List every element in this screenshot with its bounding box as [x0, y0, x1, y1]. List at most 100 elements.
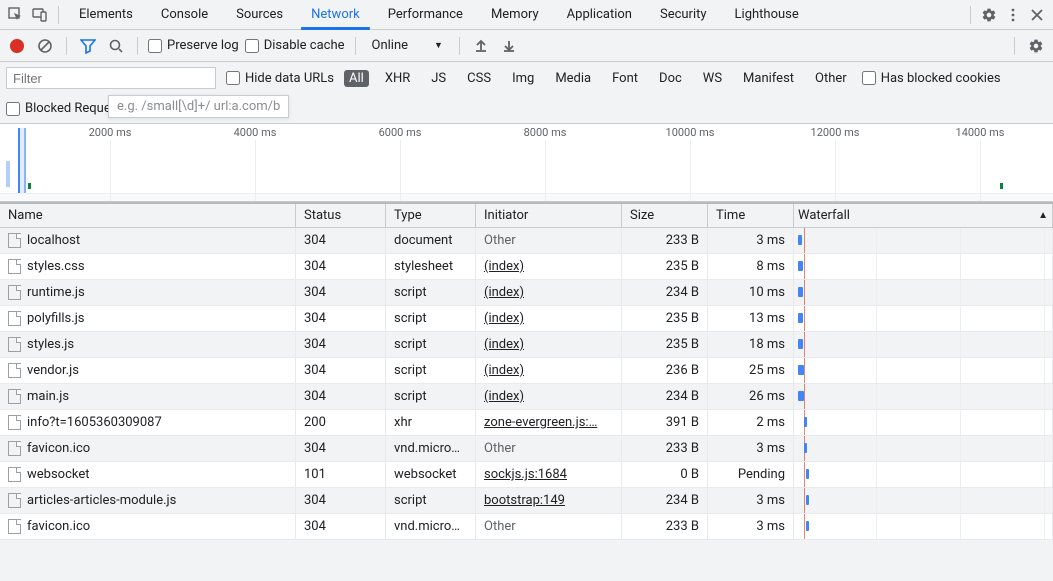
- table-row[interactable]: styles.css304stylesheet(index)235 B8 ms: [0, 254, 1053, 280]
- table-row[interactable]: articles-articles-module.js304scriptboot…: [0, 488, 1053, 514]
- blocked-requests-input[interactable]: [6, 102, 20, 116]
- cell-initiator: (index): [476, 306, 622, 331]
- initiator-link[interactable]: zone-evergreen.js:…: [484, 415, 597, 430]
- filter-toggle-icon[interactable]: [77, 35, 99, 57]
- preserve-log-checkbox[interactable]: Preserve log: [148, 38, 239, 53]
- cell-initiator: (index): [476, 332, 622, 357]
- table-row[interactable]: websocket101websocketsockjs.js:16840 BPe…: [0, 462, 1053, 488]
- search-icon[interactable]: [105, 35, 127, 57]
- filter-type-css[interactable]: CSS: [462, 70, 496, 87]
- timeline-overview[interactable]: 2000 ms4000 ms6000 ms8000 ms10000 ms1200…: [0, 124, 1053, 202]
- cell-name: info?t=1605360309087: [0, 410, 296, 435]
- timeline-tick: 2000 ms: [89, 126, 132, 139]
- close-devtools-icon[interactable]: [1025, 3, 1049, 27]
- cell-size: 235 B: [622, 254, 708, 279]
- file-icon: [8, 337, 21, 352]
- hide-data-urls-input[interactable]: [226, 71, 240, 85]
- initiator-link[interactable]: (index): [484, 363, 524, 378]
- waterfall-bar: [798, 313, 803, 323]
- inspect-element-icon[interactable]: [4, 3, 28, 27]
- initiator-link[interactable]: (index): [484, 259, 524, 274]
- tab-performance[interactable]: Performance: [374, 0, 477, 29]
- hide-data-urls-checkbox[interactable]: Hide data URLs: [226, 71, 334, 86]
- cell-waterfall: [794, 332, 1053, 357]
- filter-type-font[interactable]: Font: [607, 70, 643, 87]
- table-row[interactable]: polyfills.js304script(index)235 B13 ms: [0, 306, 1053, 332]
- cell-type: script: [386, 306, 476, 331]
- requests-table: Name Status Type Initiator Size Time Wat…: [0, 202, 1053, 581]
- record-button[interactable]: [6, 35, 28, 57]
- cell-time: 26 ms: [708, 384, 794, 409]
- tab-memory[interactable]: Memory: [477, 0, 553, 29]
- col-type[interactable]: Type: [386, 204, 476, 227]
- filter-input[interactable]: [6, 67, 216, 89]
- table-row[interactable]: info?t=1605360309087200xhr zone-evergreen…: [0, 410, 1053, 436]
- col-name[interactable]: Name: [0, 204, 296, 227]
- col-size[interactable]: Size: [622, 204, 708, 227]
- filter-type-other[interactable]: Other: [810, 70, 852, 87]
- cell-type: xhr: [386, 410, 476, 435]
- file-icon: [8, 259, 21, 274]
- table-row[interactable]: styles.js304script(index)235 B18 ms: [0, 332, 1053, 358]
- initiator-link[interactable]: sockjs.js:1684: [484, 467, 567, 482]
- filter-type-media[interactable]: Media: [550, 70, 596, 87]
- initiator-link[interactable]: (index): [484, 311, 524, 326]
- table-row[interactable]: runtime.js304script(index)234 B10 ms: [0, 280, 1053, 306]
- table-row[interactable]: main.js304script(index)234 B26 ms: [0, 384, 1053, 410]
- cell-name: articles-articles-module.js: [0, 488, 296, 513]
- col-time[interactable]: Time: [708, 204, 794, 227]
- col-waterfall[interactable]: Waterfall ▲: [794, 204, 1053, 227]
- tab-application[interactable]: Application: [553, 0, 646, 29]
- filter-type-ws[interactable]: WS: [698, 70, 727, 87]
- import-har-icon[interactable]: [470, 35, 492, 57]
- toggle-device-toolbar-icon[interactable]: [28, 3, 52, 27]
- initiator-link[interactable]: (index): [484, 285, 524, 300]
- tab-network[interactable]: Network: [297, 0, 374, 29]
- tab-elements[interactable]: Elements: [65, 0, 147, 29]
- network-toolbar: Preserve log Disable cache Online ▼: [0, 30, 1053, 62]
- settings-gear-icon[interactable]: [977, 3, 1001, 27]
- cell-time: Pending: [708, 462, 794, 487]
- cell-status: 304: [296, 514, 386, 539]
- col-status[interactable]: Status: [296, 204, 386, 227]
- export-har-icon[interactable]: [498, 35, 520, 57]
- preserve-log-input[interactable]: [148, 39, 162, 53]
- cell-waterfall: [794, 514, 1053, 539]
- cell-status: 304: [296, 280, 386, 305]
- tab-console[interactable]: Console: [147, 0, 222, 29]
- file-icon: [8, 389, 21, 404]
- filter-type-manifest[interactable]: Manifest: [738, 70, 799, 87]
- cell-status: 304: [296, 306, 386, 331]
- table-row[interactable]: localhost304documentOther233 B3 ms: [0, 228, 1053, 254]
- tab-sources[interactable]: Sources: [222, 0, 297, 29]
- cell-initiator: Other: [476, 436, 622, 461]
- filter-type-doc[interactable]: Doc: [654, 70, 687, 87]
- has-blocked-cookies-input[interactable]: [862, 71, 876, 85]
- cell-time: 18 ms: [708, 332, 794, 357]
- filter-type-all[interactable]: All: [344, 70, 369, 87]
- disable-cache-checkbox[interactable]: Disable cache: [245, 38, 345, 53]
- table-row[interactable]: favicon.ico304vnd.micro…Other233 B3 ms: [0, 436, 1053, 462]
- cell-status: 200: [296, 410, 386, 435]
- initiator-link[interactable]: (index): [484, 389, 524, 404]
- tab-lighthouse[interactable]: Lighthouse: [721, 0, 813, 29]
- network-settings-gear-icon[interactable]: [1025, 35, 1047, 57]
- has-blocked-cookies-checkbox[interactable]: Has blocked cookies: [862, 71, 1001, 86]
- filter-type-xhr[interactable]: XHR: [380, 70, 415, 87]
- throttling-select[interactable]: Online ▼: [366, 38, 449, 53]
- initiator-link[interactable]: (index): [484, 337, 524, 352]
- clear-button[interactable]: [34, 35, 56, 57]
- table-row[interactable]: favicon.ico304vnd.micro…Other233 B3 ms: [0, 514, 1053, 540]
- cell-type: script: [386, 332, 476, 357]
- tab-security[interactable]: Security: [646, 0, 721, 29]
- disable-cache-input[interactable]: [245, 39, 259, 53]
- filter-type-img[interactable]: Img: [507, 70, 539, 87]
- initiator-link[interactable]: bootstrap:149: [484, 493, 565, 508]
- kebab-menu-icon[interactable]: [1001, 3, 1025, 27]
- table-row[interactable]: vendor.js304script(index)236 B25 ms: [0, 358, 1053, 384]
- cell-time: 3 ms: [708, 488, 794, 513]
- col-initiator[interactable]: Initiator: [476, 204, 622, 227]
- filter-type-js[interactable]: JS: [426, 70, 451, 87]
- waterfall-bar: [798, 261, 803, 271]
- cell-time: 10 ms: [708, 280, 794, 305]
